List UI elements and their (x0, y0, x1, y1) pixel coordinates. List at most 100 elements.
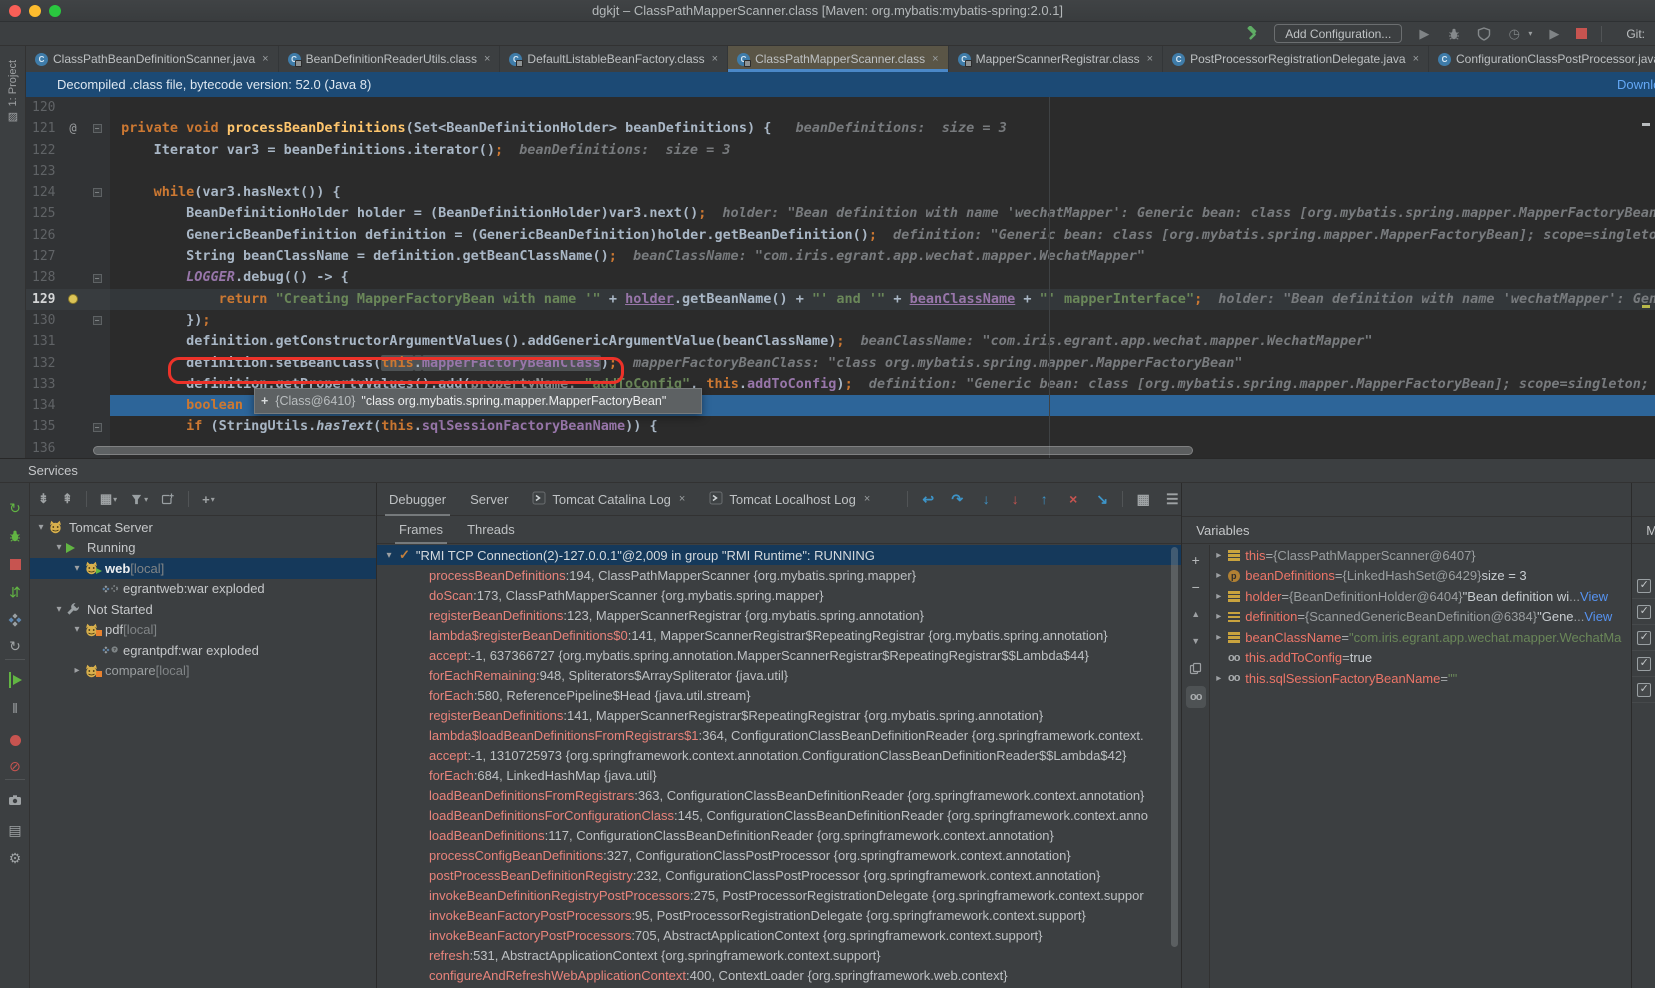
run-icon-2[interactable]: ▶ (1546, 26, 1562, 42)
debugger-tab[interactable]: Debugger (377, 483, 458, 516)
download-link[interactable]: Download (1617, 77, 1655, 92)
variable-row[interactable]: ▸beanClassName = "com.iris.egrant.app.we… (1211, 627, 1631, 648)
close-icon[interactable]: × (1413, 53, 1419, 65)
expand-icon[interactable]: + (261, 394, 268, 408)
variable-row[interactable]: ▸holder = {BeanDefinitionHolder@6404} "B… (1211, 586, 1631, 607)
profiler-dropdown-icon[interactable]: ▾ (1528, 29, 1532, 38)
code-line[interactable]: 129 return "Creating MapperFactoryBean w… (26, 289, 1655, 310)
tree-item-not-started[interactable]: ▾Not Started (30, 599, 376, 620)
chevron-down-icon[interactable]: ▾ (70, 563, 84, 574)
tree-item-egrantpdf-war-exploded[interactable]: ?egrantpdf:war exploded (30, 640, 376, 661)
thread-dump-icon[interactable] (0, 789, 30, 811)
tree-item-tomcat-server[interactable]: ▾Tomcat Server (30, 517, 376, 538)
chevron-right-icon[interactable]: ▸ (70, 665, 84, 676)
stack-frame[interactable]: configureAndRefreshWebApplicationContext… (377, 965, 1181, 985)
hammer-icon[interactable] (1244, 26, 1260, 42)
stack-frame[interactable]: accept:-1, 1310725973 {org.springframewo… (377, 745, 1181, 765)
variable-row[interactable]: ▸oothis.sqlSessionFactoryBeanName = "" (1211, 668, 1631, 689)
variable-row[interactable]: ▸definition = {ScannedGenericBeanDefinit… (1211, 607, 1631, 628)
resume-icon[interactable] (0, 669, 30, 691)
stack-frame[interactable]: doScan:173, ClassPathMapperScanner {org.… (377, 585, 1181, 605)
close-icon[interactable]: × (864, 493, 870, 505)
code-line[interactable]: 126 GenericBeanDefinition definition = (… (26, 225, 1655, 246)
code-line[interactable]: 123 (26, 161, 1655, 182)
stack-frame[interactable]: processConfigBeanDefinitions:327, Config… (377, 845, 1181, 865)
stack-frame[interactable]: accept:-1, 637366727 {org.mybatis.spring… (377, 645, 1181, 665)
variable-row[interactable]: ▸this = {ClassPathMapperScanner@6407} (1211, 545, 1631, 566)
error-stripe-mark[interactable] (1642, 305, 1650, 308)
profiler-icon[interactable]: ◷ (1506, 26, 1522, 42)
run-icon[interactable]: ▶ (1416, 26, 1432, 42)
stack-frame[interactable]: loadBeanDefinitionsForConfigurationClass… (377, 805, 1181, 825)
step-out-icon[interactable]: ↑ (1035, 491, 1053, 507)
step-into-icon[interactable]: ↓ (977, 491, 995, 507)
pause-icon[interactable]: ‖ (0, 697, 30, 719)
frames-scrollbar[interactable] (1171, 547, 1178, 947)
add-service-icon[interactable]: +▾ (202, 492, 215, 507)
code-line[interactable]: 131 definition.getConstructorArgumentVal… (26, 331, 1655, 352)
new-window-icon[interactable] (161, 492, 175, 506)
memory-checkbox[interactable]: ✓ (1637, 579, 1651, 593)
coverage-icon[interactable] (1476, 26, 1492, 42)
stack-frame[interactable]: invokeBeanFactoryPostProcessors:95, Post… (377, 905, 1181, 925)
group-by-icon[interactable]: ▦▾ (100, 491, 117, 507)
watch-view-icon[interactable]: oo (1186, 686, 1206, 708)
chevron-right-icon[interactable]: ▸ (1211, 570, 1226, 581)
chevron-down-icon[interactable]: ▾ (34, 522, 48, 533)
filter-icon[interactable]: ▾ (130, 493, 148, 506)
fold-marker-icon[interactable]: − (93, 274, 102, 283)
chevron-right-icon[interactable]: ▸ (1211, 591, 1226, 602)
horizontal-scrollbar[interactable] (93, 446, 1193, 455)
chevron-down-icon[interactable]: ▾ (70, 624, 84, 635)
frames-tab[interactable]: Threads (455, 516, 527, 544)
code-editor[interactable]: 120121@− private void processBeanDefinit… (26, 97, 1655, 458)
chevron-down-icon[interactable]: ▾ (52, 542, 66, 553)
editor-tab[interactable]: CMapperScannerRegistrar.class× (949, 46, 1164, 72)
memory-checkbox[interactable]: ✓ (1637, 605, 1651, 619)
stack-frame[interactable]: registerBeanDefinitions:123, MapperScann… (377, 605, 1181, 625)
show-execution-point-icon[interactable]: ↩ (919, 491, 937, 508)
debug-icon[interactable] (0, 525, 30, 547)
settings-icon[interactable]: ⚙ (0, 847, 30, 869)
chevron-right-icon[interactable]: ▸ (1211, 632, 1226, 643)
editor-tab[interactable]: CConfigurationClassPostProcessor.java× (1429, 46, 1655, 72)
tree-item-running[interactable]: ▾Running (30, 538, 376, 559)
drop-frame-icon[interactable]: × (1064, 491, 1082, 507)
sidebar-item-project[interactable]: 1: Project ▨ (0, 60, 26, 123)
expand-all-icon[interactable]: ⇟ (38, 491, 49, 507)
stack-frame[interactable]: forEach:684, LinkedHashMap {java.util} (377, 765, 1181, 785)
services-header[interactable]: Services (0, 459, 1655, 483)
close-icon[interactable]: × (484, 53, 490, 65)
code-line[interactable]: 122 Iterator var3 = beanDefinitions.iter… (26, 140, 1655, 161)
code-line[interactable]: 125 BeanDefinitionHolder holder = (BeanD… (26, 203, 1655, 224)
rerun-icon[interactable]: ↻ (0, 497, 30, 519)
chevron-right-icon[interactable]: ▸ (1211, 673, 1226, 684)
variable-row[interactable]: oothis.addToConfig = true (1211, 648, 1631, 669)
collapse-all-icon[interactable]: ⇞ (62, 491, 73, 507)
stack-frame[interactable]: refresh:531, AbstractApplicationContext … (377, 945, 1181, 965)
stack-frame[interactable]: forEach:580, ReferencePipeline$Head {jav… (377, 685, 1181, 705)
memory-checkbox[interactable]: ✓ (1637, 657, 1651, 671)
stack-frame[interactable]: lambda$loadBeanDefinitionsFromRegistrars… (377, 725, 1181, 745)
deploy-icon[interactable] (0, 609, 30, 631)
tree-item-egrantweb-war-exploded[interactable]: egrantweb:war exploded (30, 579, 376, 600)
tree-item-web[interactable]: ▾web [local] (30, 558, 376, 579)
stack-frame[interactable]: forEachRemaining:948, Spliterators$Array… (377, 665, 1181, 685)
close-icon[interactable]: × (932, 53, 938, 65)
editor-tab[interactable]: CClassPathBeanDefinitionScanner.java× (26, 46, 279, 72)
editor-tab[interactable]: CClassPathMapperScanner.class× (728, 46, 949, 72)
debugger-tab[interactable]: Tomcat Catalina Log× (520, 483, 697, 516)
frames-tab[interactable]: Frames (387, 516, 455, 544)
stop-icon[interactable] (1576, 28, 1587, 39)
code-line[interactable]: 121@− private void processBeanDefinition… (26, 118, 1655, 139)
add-configuration-button[interactable]: Add Configuration... (1274, 24, 1402, 43)
step-over-icon[interactable]: ↷ (948, 491, 966, 508)
code-line[interactable]: 120 (26, 97, 1655, 118)
layout-icon[interactable]: ▤ (0, 819, 30, 841)
tree-item-compare[interactable]: ▸compare [local] (30, 661, 376, 682)
code-line[interactable]: 135− if (StringUtils.hasText(this.sqlSes… (26, 416, 1655, 437)
memory-checkbox[interactable]: ✓ (1637, 631, 1651, 645)
chevron-down-icon[interactable]: ▾ (381, 550, 397, 561)
code-line[interactable]: 128− LOGGER.debug(() -> { (26, 267, 1655, 288)
close-icon[interactable]: × (679, 493, 685, 505)
